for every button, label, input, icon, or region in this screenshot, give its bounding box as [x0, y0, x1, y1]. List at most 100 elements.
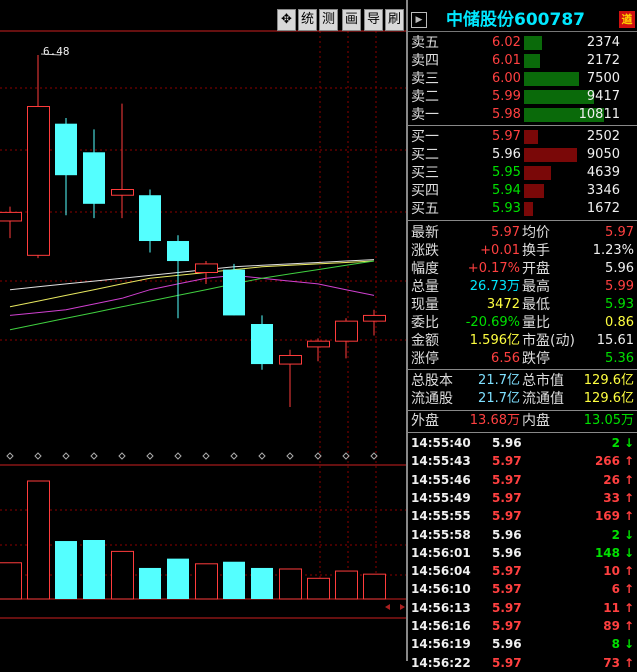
- stat-label: 量比: [522, 315, 550, 331]
- ask-price: 6.02: [492, 35, 521, 50]
- tick-row: 14:55:43 5.97 266 ↑: [408, 452, 637, 470]
- scroll-left-icon: [385, 604, 390, 610]
- stock-code: 600787: [514, 10, 585, 30]
- date-marker: [258, 452, 266, 460]
- capital-label: 流通值: [522, 391, 564, 407]
- date-marker: [146, 452, 154, 460]
- huaxian-button[interactable]: 画: [342, 9, 361, 31]
- ask-volume: 2172: [586, 53, 620, 68]
- tick-price: 5.97: [492, 582, 522, 597]
- candle-down: [55, 123, 77, 176]
- tick-row: 14:56:22 5.97 73 ↑: [408, 654, 637, 672]
- daochu-button[interactable]: 导: [364, 9, 383, 31]
- panel-toggle-icon[interactable]: ▶: [411, 12, 427, 28]
- capital-label: 流通股: [411, 391, 453, 407]
- date-marker: [286, 452, 294, 460]
- ask-row[interactable]: 卖一 5.98 10811: [408, 106, 637, 124]
- kline-chart-area[interactable]: 6.48: [0, 0, 406, 661]
- capital-value: 129.6亿: [583, 373, 634, 388]
- date-marker: [118, 452, 126, 460]
- tick-price: 5.97: [492, 564, 522, 579]
- tick-price: 5.97: [492, 454, 522, 469]
- tick-row: 14:56:13 5.97 11 ↑: [408, 599, 637, 617]
- stat-label: 最新: [411, 225, 439, 241]
- arrow-up-icon: ↑: [623, 582, 634, 597]
- tick-price: 5.97: [492, 509, 522, 524]
- volume-bar-up: [335, 570, 358, 600]
- tick-time: 14:56:01: [411, 545, 471, 560]
- tick-time: 14:55:43: [411, 454, 471, 469]
- bid-row[interactable]: 买二 5.96 9050: [408, 146, 637, 164]
- bid-volume: 4639: [586, 165, 620, 180]
- tick-time: 14:55:40: [411, 436, 471, 450]
- arrow-down-icon: ↓: [623, 436, 634, 450]
- arrow-up-icon: ↑: [623, 509, 634, 524]
- tongji-button[interactable]: 统: [298, 9, 317, 31]
- tick-row: 14:56:01 5.96 148 ↓: [408, 544, 637, 562]
- ask-row[interactable]: 卖二 5.99 9417: [408, 88, 637, 106]
- date-marker: [174, 452, 182, 460]
- outer-disk-label: 外盘: [411, 413, 439, 429]
- arrow-up-icon: ↑: [623, 490, 634, 505]
- ask-row[interactable]: 卖三 6.00 7500: [408, 70, 637, 88]
- stock-title: 中储股份600787: [446, 9, 585, 31]
- stat-value: -20.69%: [465, 315, 520, 330]
- cece-button[interactable]: 测: [319, 9, 338, 31]
- date-marker: [90, 452, 98, 460]
- candle-up: [279, 354, 302, 365]
- bid-depth-bar: [524, 202, 533, 216]
- arrow-up-icon: ↑: [623, 564, 634, 579]
- move-tool-button[interactable]: ✥: [277, 9, 296, 31]
- outer-disk-value: 13.68万: [469, 413, 520, 428]
- stat-label: 涨停: [411, 351, 439, 367]
- badge-icon[interactable]: 遒: [619, 11, 635, 28]
- stat-label: 市盈(动): [522, 333, 575, 349]
- stat-label: 跌停: [522, 351, 550, 367]
- ask-row[interactable]: 卖四 6.01 2172: [408, 52, 637, 70]
- bid-row[interactable]: 买三 5.95 4639: [408, 164, 637, 182]
- capital-label: 总股本: [411, 373, 453, 389]
- ask-depth-bar: [524, 54, 540, 68]
- tick-time: 14:56:04: [411, 564, 471, 579]
- tick-row: 14:56:04 5.97 10 ↑: [408, 562, 637, 580]
- bid-row[interactable]: 买五 5.93 1672: [408, 200, 637, 218]
- bid-volume: 2502: [586, 129, 620, 144]
- shanxin-button[interactable]: 刷: [385, 9, 404, 31]
- candle-down: [251, 324, 273, 365]
- quote-sep: [408, 369, 637, 370]
- date-marker: [202, 452, 210, 460]
- stat-label: 总量: [411, 279, 439, 295]
- ask-price: 6.01: [492, 53, 521, 68]
- candle-up: [195, 263, 218, 273]
- tick-time: 14:56:10: [411, 582, 471, 597]
- ask-row[interactable]: 卖五 6.02 2374: [408, 34, 637, 52]
- volume-bar-down: [55, 541, 77, 599]
- ask-depth-bar: [524, 72, 579, 86]
- capital-row: 流通股 21.7亿 流通值 129.6亿: [408, 390, 637, 408]
- stat-label: 涨跌: [411, 243, 439, 259]
- bid-price: 5.94: [492, 183, 521, 198]
- bid-label: 买四: [411, 183, 439, 199]
- tick-time: 14:55:49: [411, 490, 471, 505]
- ask-price: 6.00: [492, 71, 521, 86]
- bid-label: 买三: [411, 165, 439, 181]
- stat-row: 涨停 6.56 跌停 5.36: [408, 350, 637, 368]
- stat-value: +0.17%: [467, 261, 520, 276]
- candle-down: [223, 269, 245, 316]
- candle-down: [167, 241, 189, 262]
- kline-chart[interactable]: 6.48: [0, 0, 406, 661]
- ask-volume: 9417: [586, 89, 620, 104]
- tick-row: 14:55:58 5.96 2 ↓: [408, 526, 637, 544]
- ask-volume: 2374: [586, 35, 620, 50]
- bid-row[interactable]: 买一 5.97 2502: [408, 128, 637, 146]
- bid-volume: 3346: [586, 183, 620, 198]
- bid-row[interactable]: 买四 5.94 3346: [408, 182, 637, 200]
- stat-row: 金额 1.596亿 市盈(动) 15.61: [408, 332, 637, 350]
- bid-price: 5.96: [492, 147, 521, 162]
- volume-bar-down: [83, 540, 105, 599]
- stat-value: 1.596亿: [469, 333, 520, 348]
- stock-name: 中储股份: [446, 10, 514, 30]
- bid-depth-bar: [524, 166, 551, 180]
- stat-value: 26.73万: [469, 279, 520, 294]
- ask-label: 卖一: [411, 107, 439, 123]
